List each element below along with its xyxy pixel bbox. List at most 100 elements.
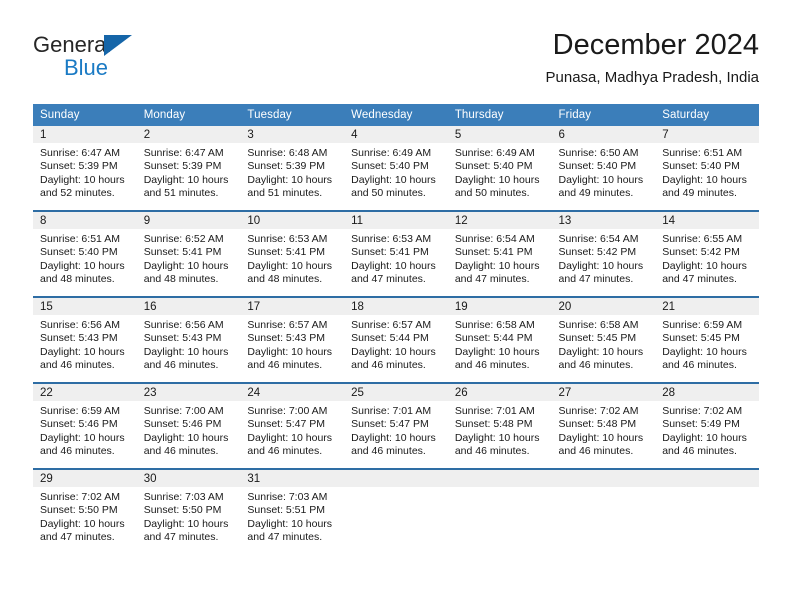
day-details: Sunrise: 6:47 AM Sunset: 5:39 PM Daylight:… [33,143,137,201]
day-number: 19 [447,298,552,315]
calendar-day-cell[interactable]: 19 Sunrise: 6:58 AM Sunset: 5:44 PM Dayligh… [447,296,552,383]
calendar-day-cell[interactable]: 21 Sunrise: 6:59 AM Sunset: 5:45 PM Dayligh… [655,296,759,383]
weekday-header-sunday: Sunday [33,104,137,126]
day-details: Sunrise: 7:03 AM Sunset: 5:51 PM Daylight:… [240,487,344,545]
day-number: 1 [33,126,137,143]
calendar-day-cell[interactable]: 23 Sunrise: 7:00 AM Sunset: 5:46 PM Dayligh… [136,382,241,469]
weekday-header-wednesday: Wednesday [344,104,448,126]
sunrise-text: Sunrise: 7:02 AM [662,405,743,417]
calendar-day-cell[interactable]: 5 Sunrise: 6:49 AM Sunset: 5:40 PM Daylight… [447,126,552,211]
calendar-day-cell-empty [551,468,656,554]
daylight-text-line2: and 46 minutes. [143,359,219,372]
generalblue-logo[interactable]: General Blue [33,32,233,88]
day-details [552,487,656,491]
day-number: 2 [136,126,241,143]
calendar-day-cell[interactable]: 24 Sunrise: 7:00 AM Sunset: 5:47 PM Dayligh… [240,382,345,469]
day-number: 12 [447,212,552,229]
calendar-day-cell[interactable]: 27 Sunrise: 7:02 AM Sunset: 5:48 PM Dayligh… [551,382,656,469]
sunrise-text: Sunrise: 6:48 AM [247,147,328,159]
weekday-header-row: Sunday Monday Tuesday Wednesday Thursday… [33,104,759,126]
daylight-text-line1: Daylight: 10 hours [454,259,540,272]
day-details: Sunrise: 6:49 AM Sunset: 5:40 PM Daylight:… [448,143,552,201]
sunrise-text: Sunrise: 7:01 AM [454,405,535,417]
calendar-day-cell[interactable]: 26 Sunrise: 7:01 AM Sunset: 5:48 PM Dayligh… [447,382,552,469]
sunrise-text: Sunrise: 7:00 AM [247,405,328,417]
sunset-text: Sunset: 5:41 PM [143,246,222,259]
calendar-day-cell[interactable]: 12 Sunrise: 6:54 AM Sunset: 5:41 PM Dayligh… [447,210,552,297]
page-subtitle: Punasa, Madhya Pradesh, India [545,69,759,86]
day-details: Sunrise: 7:02 AM Sunset: 5:48 PM Daylight:… [552,401,656,459]
calendar-body: 1 Sunrise: 6:47 AM Sunset: 5:39 PM Daylight… [33,126,759,554]
daylight-text-line2: and 46 minutes. [143,445,219,458]
sunrise-text: Sunrise: 6:54 AM [558,233,639,245]
calendar-day-cell[interactable]: 3 Sunrise: 6:48 AM Sunset: 5:39 PM Daylight… [240,126,345,211]
calendar-day-cell[interactable]: 9 Sunrise: 6:52 AM Sunset: 5:41 PM Daylight… [136,210,241,297]
calendar-day-cell[interactable]: 25 Sunrise: 7:01 AM Sunset: 5:47 PM Dayligh… [344,382,448,469]
day-number [551,470,656,487]
calendar-day-cell[interactable]: 7 Sunrise: 6:51 AM Sunset: 5:40 PM Daylight… [655,126,759,211]
day-number: 22 [33,384,137,401]
daylight-text-line1: Daylight: 10 hours [40,259,125,272]
sunrise-text: Sunrise: 6:49 AM [351,147,432,159]
day-details: Sunrise: 6:55 AM Sunset: 5:42 PM Daylight:… [655,229,759,287]
calendar-day-cell[interactable]: 17 Sunrise: 6:57 AM Sunset: 5:43 PM Dayligh… [240,296,345,383]
day-number: 31 [240,470,345,487]
daylight-text-line2: and 52 minutes. [40,187,115,200]
sunset-text: Sunset: 5:40 PM [351,160,429,173]
calendar-day-cell[interactable]: 28 Sunrise: 7:02 AM Sunset: 5:49 PM Dayligh… [655,382,759,469]
sunrise-text: Sunrise: 6:51 AM [662,147,743,159]
calendar-week-row: 8 Sunrise: 6:51 AM Sunset: 5:40 PM Daylight… [33,210,759,297]
day-number: 23 [136,384,241,401]
sunrise-text: Sunrise: 6:47 AM [143,147,224,159]
sunrise-text: Sunrise: 6:56 AM [40,319,120,331]
calendar-day-cell[interactable]: 11 Sunrise: 6:53 AM Sunset: 5:41 PM Dayligh… [344,210,448,297]
sunrise-text: Sunrise: 6:49 AM [454,147,535,159]
daylight-text-line1: Daylight: 10 hours [247,345,333,358]
sunset-text: Sunset: 5:42 PM [558,246,637,259]
daylight-text-line1: Daylight: 10 hours [662,173,747,186]
calendar-day-cell[interactable]: 13 Sunrise: 6:54 AM Sunset: 5:42 PM Dayligh… [551,210,656,297]
calendar-day-cell[interactable]: 22 Sunrise: 6:59 AM Sunset: 5:46 PM Dayligh… [33,382,137,469]
daylight-text-line2: and 46 minutes. [662,359,737,372]
calendar-day-cell[interactable]: 2 Sunrise: 6:47 AM Sunset: 5:39 PM Daylight… [136,126,241,211]
calendar-day-cell[interactable]: 10 Sunrise: 6:53 AM Sunset: 5:41 PM Dayligh… [240,210,345,297]
calendar-day-cell[interactable]: 31 Sunrise: 7:03 AM Sunset: 5:51 PM Dayligh… [240,468,345,554]
daylight-text-line2: and 46 minutes. [454,359,530,372]
daylight-text-line1: Daylight: 10 hours [558,431,644,444]
calendar-day-cell[interactable]: 8 Sunrise: 6:51 AM Sunset: 5:40 PM Daylight… [33,210,137,297]
calendar-day-cell[interactable]: 30 Sunrise: 7:03 AM Sunset: 5:50 PM Dayligh… [136,468,241,554]
day-number: 4 [344,126,448,143]
daylight-text-line2: and 46 minutes. [247,359,323,372]
day-number: 24 [240,384,345,401]
logo-triangle-icon [104,35,132,56]
day-details: Sunrise: 6:56 AM Sunset: 5:43 PM Daylight:… [137,315,241,373]
day-number: 7 [655,126,759,143]
day-details: Sunrise: 7:01 AM Sunset: 5:48 PM Daylight:… [448,401,552,459]
daylight-text-line2: and 48 minutes. [40,273,115,286]
daylight-text-line1: Daylight: 10 hours [143,517,229,530]
day-details: Sunrise: 6:54 AM Sunset: 5:41 PM Daylight:… [448,229,552,287]
calendar-day-cell[interactable]: 1 Sunrise: 6:47 AM Sunset: 5:39 PM Daylight… [33,126,137,211]
calendar-day-cell[interactable]: 4 Sunrise: 6:49 AM Sunset: 5:40 PM Daylight… [344,126,448,211]
daylight-text-line2: and 47 minutes. [351,273,426,286]
daylight-text-line1: Daylight: 10 hours [143,173,229,186]
calendar-day-cell[interactable]: 14 Sunrise: 6:55 AM Sunset: 5:42 PM Dayligh… [655,210,759,297]
daylight-text-line1: Daylight: 10 hours [351,259,436,272]
sunset-text: Sunset: 5:41 PM [247,246,326,259]
day-details [655,487,759,491]
weekday-header-thursday: Thursday [447,104,552,126]
calendar-day-cell[interactable]: 16 Sunrise: 6:56 AM Sunset: 5:43 PM Dayligh… [136,296,241,383]
daylight-text-line2: and 50 minutes. [351,187,426,200]
calendar-week-row: 1 Sunrise: 6:47 AM Sunset: 5:39 PM Daylight… [33,126,759,211]
page-header: General Blue December 2024 Punasa, Madhy… [33,28,759,98]
calendar-day-cell[interactable]: 6 Sunrise: 6:50 AM Sunset: 5:40 PM Daylight… [551,126,656,211]
daylight-text-line2: and 47 minutes. [247,531,323,544]
calendar-day-cell[interactable]: 29 Sunrise: 7:02 AM Sunset: 5:50 PM Dayligh… [33,468,137,554]
daylight-text-line2: and 47 minutes. [40,531,115,544]
day-number [655,470,759,487]
sunset-text: Sunset: 5:45 PM [662,332,740,345]
daylight-text-line2: and 49 minutes. [558,187,634,200]
calendar-day-cell[interactable]: 18 Sunrise: 6:57 AM Sunset: 5:44 PM Dayligh… [344,296,448,383]
calendar-day-cell[interactable]: 15 Sunrise: 6:56 AM Sunset: 5:43 PM Dayligh… [33,296,137,383]
calendar-day-cell[interactable]: 20 Sunrise: 6:58 AM Sunset: 5:45 PM Dayligh… [551,296,656,383]
